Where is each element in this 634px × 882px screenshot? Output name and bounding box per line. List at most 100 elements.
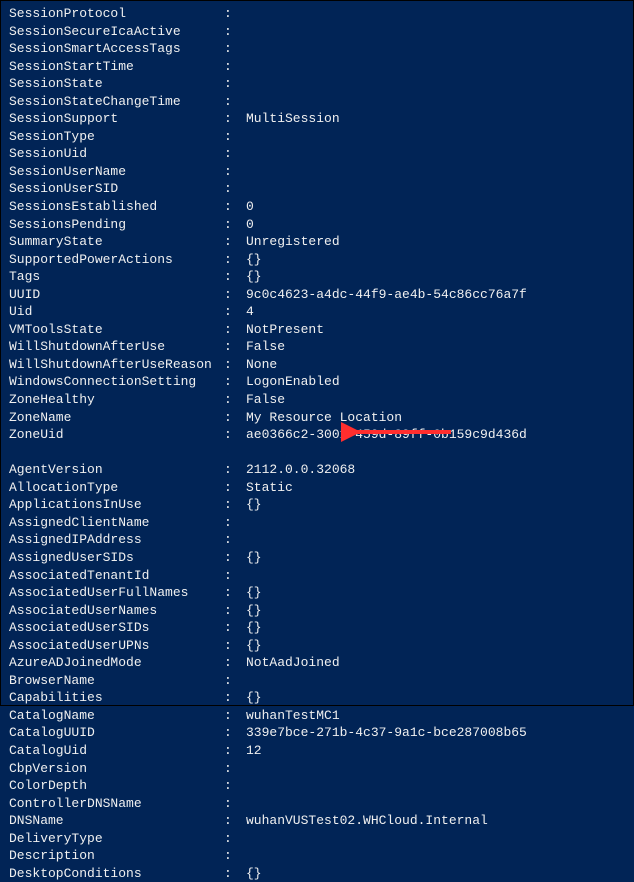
property-value bbox=[246, 40, 625, 58]
property-value bbox=[246, 23, 625, 41]
property-value: 339e7bce-271b-4c37-9a1c-bce287008b65 bbox=[246, 724, 625, 742]
property-key: AssociatedUserUPNs bbox=[9, 637, 224, 655]
property-value: 9c0c4623-a4dc-44f9-ae4b-54c86cc76a7f bbox=[246, 286, 625, 304]
separator: : bbox=[224, 426, 246, 444]
property-value: Unregistered bbox=[246, 233, 625, 251]
property-key: SessionSecureIcaActive bbox=[9, 23, 224, 41]
property-value bbox=[246, 760, 625, 778]
property-row: SessionUid: bbox=[9, 145, 625, 163]
property-key: SessionStartTime bbox=[9, 58, 224, 76]
property-row: SupportedPowerActions:{} bbox=[9, 251, 625, 269]
property-value: {} bbox=[246, 602, 625, 620]
separator: : bbox=[224, 391, 246, 409]
property-value bbox=[246, 128, 625, 146]
separator: : bbox=[224, 654, 246, 672]
property-row: CbpVersion: bbox=[9, 760, 625, 778]
property-key: CatalogUUID bbox=[9, 724, 224, 742]
property-value: False bbox=[246, 338, 625, 356]
property-key: AssignedIPAddress bbox=[9, 531, 224, 549]
property-value bbox=[246, 672, 625, 690]
separator: : bbox=[224, 286, 246, 304]
property-value bbox=[246, 75, 625, 93]
property-row: WillShutdownAfterUseReason:None bbox=[9, 356, 625, 374]
property-key: AssociatedUserNames bbox=[9, 602, 224, 620]
property-row: DNSName:wuhanVUSTest02.WHCloud.Internal bbox=[9, 812, 625, 830]
property-key: VMToolsState bbox=[9, 321, 224, 339]
property-value: My Resource Location bbox=[246, 409, 625, 427]
property-value: {} bbox=[246, 619, 625, 637]
property-row: VMToolsState:NotPresent bbox=[9, 321, 625, 339]
property-row: DesktopConditions:{} bbox=[9, 865, 625, 882]
property-value bbox=[246, 5, 625, 23]
property-row: ApplicationsInUse:{} bbox=[9, 496, 625, 514]
property-key: SessionType bbox=[9, 128, 224, 146]
property-row: WindowsConnectionSetting:LogonEnabled bbox=[9, 373, 625, 391]
separator: : bbox=[224, 689, 246, 707]
property-key: DesktopConditions bbox=[9, 865, 224, 882]
property-key: AzureADJoinedMode bbox=[9, 654, 224, 672]
property-value: {} bbox=[246, 689, 625, 707]
separator: : bbox=[224, 847, 246, 865]
property-value: 2112.0.0.32068 bbox=[246, 461, 625, 479]
property-value bbox=[246, 58, 625, 76]
separator: : bbox=[224, 812, 246, 830]
property-value: {} bbox=[246, 865, 625, 882]
property-row: SessionSupport:MultiSession bbox=[9, 110, 625, 128]
property-row: SummaryState:Unregistered bbox=[9, 233, 625, 251]
separator: : bbox=[224, 461, 246, 479]
property-value bbox=[246, 531, 625, 549]
separator: : bbox=[224, 496, 246, 514]
separator: : bbox=[224, 145, 246, 163]
property-value: None bbox=[246, 356, 625, 374]
property-key: DeliveryType bbox=[9, 830, 224, 848]
property-key: UUID bbox=[9, 286, 224, 304]
property-row: CatalogUid:12 bbox=[9, 742, 625, 760]
separator: : bbox=[224, 830, 246, 848]
property-value bbox=[246, 163, 625, 181]
separator: : bbox=[224, 58, 246, 76]
property-value: MultiSession bbox=[246, 110, 625, 128]
property-row: AssignedClientName: bbox=[9, 514, 625, 532]
property-key: SessionsEstablished bbox=[9, 198, 224, 216]
property-key: SessionUserSID bbox=[9, 180, 224, 198]
property-key: AssignedUserSIDs bbox=[9, 549, 224, 567]
property-row: AzureADJoinedMode:NotAadJoined bbox=[9, 654, 625, 672]
property-row: ZoneHealthy:False bbox=[9, 391, 625, 409]
property-key: WindowsConnectionSetting bbox=[9, 373, 224, 391]
property-key: ApplicationsInUse bbox=[9, 496, 224, 514]
property-row: AssociatedUserFullNames:{} bbox=[9, 584, 625, 602]
separator: : bbox=[224, 356, 246, 374]
separator: : bbox=[224, 619, 246, 637]
property-value bbox=[246, 847, 625, 865]
property-key: SessionsPending bbox=[9, 216, 224, 234]
property-key: AssociatedUserSIDs bbox=[9, 619, 224, 637]
property-row: AssociatedUserNames:{} bbox=[9, 602, 625, 620]
separator: : bbox=[224, 180, 246, 198]
property-row: Description: bbox=[9, 847, 625, 865]
separator: : bbox=[224, 637, 246, 655]
separator: : bbox=[224, 549, 246, 567]
separator: : bbox=[224, 777, 246, 795]
property-row: ControllerDNSName: bbox=[9, 795, 625, 813]
separator: : bbox=[224, 303, 246, 321]
separator: : bbox=[224, 40, 246, 58]
property-row: SessionsEstablished:0 bbox=[9, 198, 625, 216]
property-value bbox=[246, 514, 625, 532]
separator: : bbox=[224, 531, 246, 549]
property-value: wuhanVUSTest02.WHCloud.Internal bbox=[246, 812, 625, 830]
property-key: CatalogUid bbox=[9, 742, 224, 760]
property-key: CatalogName bbox=[9, 707, 224, 725]
property-value: False bbox=[246, 391, 625, 409]
separator: : bbox=[224, 163, 246, 181]
property-row: DeliveryType: bbox=[9, 830, 625, 848]
property-value bbox=[246, 795, 625, 813]
property-value bbox=[246, 93, 625, 111]
property-value: {} bbox=[246, 584, 625, 602]
property-row: SessionState: bbox=[9, 75, 625, 93]
property-key: AssociatedTenantId bbox=[9, 567, 224, 585]
property-key: SessionSupport bbox=[9, 110, 224, 128]
property-value: NotAadJoined bbox=[246, 654, 625, 672]
separator: : bbox=[224, 268, 246, 286]
property-value: 0 bbox=[246, 198, 625, 216]
separator: : bbox=[224, 795, 246, 813]
